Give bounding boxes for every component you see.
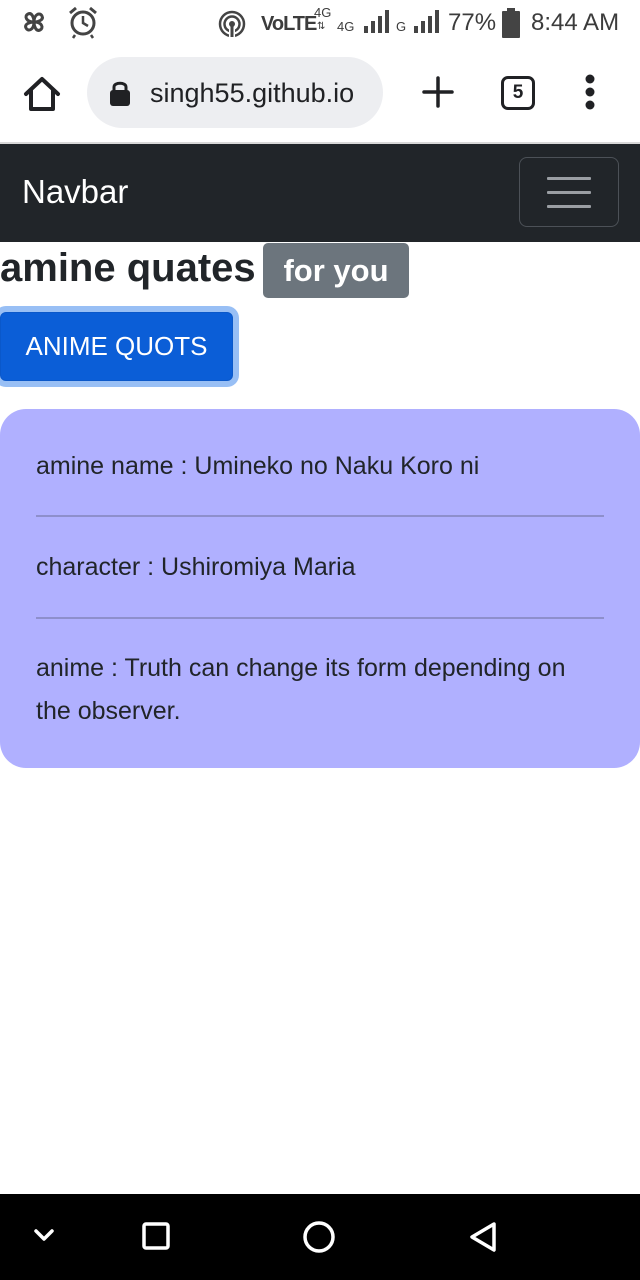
url-text[interactable]: singh55.github.io [150,77,354,109]
title-badge: for you [263,243,409,298]
status-bar: VoLTE 4G ⇅ 4G G 77% 8:44 AM [0,0,640,46]
home-icon[interactable] [20,74,64,114]
network-g-label: G [396,19,407,34]
navbar: Navbar [0,144,640,242]
network-4g-label: 4G [337,19,355,34]
page-title: amine quates [0,246,256,290]
lock-icon[interactable] [109,79,131,107]
navbar-brand[interactable]: Navbar [22,172,128,212]
address-bar[interactable]: singh55.github.io [87,57,383,128]
anime-quotes-button[interactable]: ANIME QUOTS [0,312,233,381]
battery-icon [502,8,520,38]
character-item: character : Ushiromiya Maria [36,553,356,581]
back-icon[interactable] [466,1220,500,1254]
volte-label: VoLTE [261,13,317,35]
quote-card: amine name : Umineko no Naku Koro ni cha… [0,409,640,768]
network-4g-top-label: 4G [314,5,332,20]
pinwheel-icon [18,6,50,38]
signal-icon [413,10,439,34]
clock: 8:44 AM [531,9,620,36]
plus-icon[interactable] [420,74,456,110]
battery-percent: 77% [448,9,497,36]
divider [36,515,604,517]
navbar-toggler-button[interactable] [519,157,619,227]
more-vert-icon[interactable] [578,72,602,112]
recents-icon[interactable] [141,1221,171,1251]
alarm-icon [67,5,99,39]
anime-name-item: amine name : Umineko no Naku Koro ni [36,452,480,480]
quote-text-item: anime : Truth can change its form depend… [36,654,566,725]
hotspot-icon [218,10,246,38]
network-arrows-icon: ⇅ [317,21,326,32]
divider [36,617,604,619]
home-circle-icon[interactable] [302,1220,336,1254]
browser-toolbar: singh55.github.io 5 [0,46,640,142]
signal-icon [363,10,389,34]
tabs-icon[interactable]: 5 [501,76,535,110]
chevron-down-icon[interactable] [32,1226,56,1244]
system-navigation-bar [0,1194,640,1280]
